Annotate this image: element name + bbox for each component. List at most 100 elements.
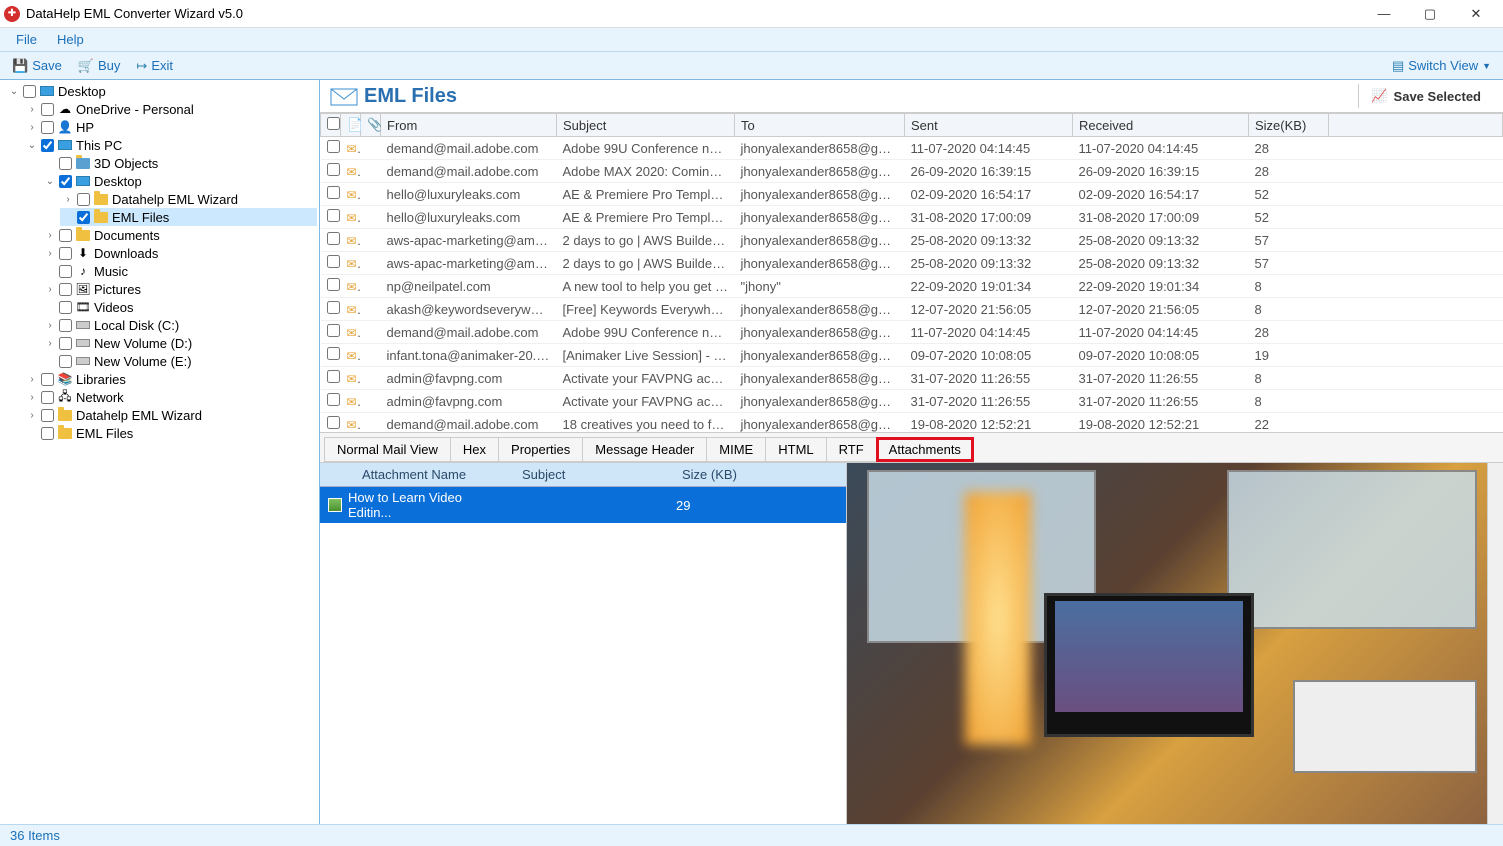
tree-node-datahelp-wizard2[interactable]: ›Datahelp EML Wizard bbox=[24, 406, 317, 424]
tree-node-thispc[interactable]: ⌄ This PC bbox=[24, 136, 317, 154]
maximize-button[interactable]: ▢ bbox=[1407, 0, 1453, 28]
table-row[interactable]: ✉demand@mail.adobe.com18 creatives you n… bbox=[321, 413, 1503, 434]
close-button[interactable]: ✕ bbox=[1453, 0, 1499, 28]
tree-checkbox[interactable] bbox=[41, 103, 54, 116]
tree-checkbox[interactable] bbox=[59, 301, 72, 314]
tree-checkbox[interactable] bbox=[41, 139, 54, 152]
table-row[interactable]: ✉hello@luxuryleaks.comAE & Premiere Pro … bbox=[321, 183, 1503, 206]
tab-properties[interactable]: Properties bbox=[498, 437, 583, 462]
tab-html[interactable]: HTML bbox=[765, 437, 826, 462]
table-row[interactable]: ✉infant.tona@animaker-20.int...[Animaker… bbox=[321, 344, 1503, 367]
save-button[interactable]: 💾 Save bbox=[4, 56, 70, 76]
tree-node-datahelp-wizard[interactable]: ›Datahelp EML Wizard bbox=[60, 190, 317, 208]
row-checkbox[interactable] bbox=[327, 186, 340, 199]
row-checkbox[interactable] bbox=[327, 255, 340, 268]
expand-icon[interactable]: › bbox=[26, 391, 38, 403]
tree-node-libraries[interactable]: ›📚Libraries bbox=[24, 370, 317, 388]
expand-icon[interactable]: › bbox=[44, 247, 56, 259]
row-checkbox[interactable] bbox=[327, 370, 340, 383]
tree-node-downloads[interactable]: ›⬇Downloads bbox=[42, 244, 317, 262]
table-row[interactable]: ✉admin@favpng.comActivate your FAVPNG ac… bbox=[321, 367, 1503, 390]
tree-node-documents[interactable]: ›Documents bbox=[42, 226, 317, 244]
table-row[interactable]: ✉akash@keywordseverywhere....[Free] Keyw… bbox=[321, 298, 1503, 321]
expand-icon[interactable]: › bbox=[44, 319, 56, 331]
tab-normal[interactable]: Normal Mail View bbox=[324, 437, 451, 462]
tree-node-hp[interactable]: › 👤 HP bbox=[24, 118, 317, 136]
expand-icon[interactable]: › bbox=[44, 283, 56, 295]
col-from[interactable]: From bbox=[381, 114, 557, 137]
expand-icon[interactable]: › bbox=[26, 373, 38, 385]
tab-mime[interactable]: MIME bbox=[706, 437, 766, 462]
table-row[interactable]: ✉demand@mail.adobe.comAdobe 99U Conferen… bbox=[321, 321, 1503, 344]
tree-checkbox[interactable] bbox=[41, 391, 54, 404]
exit-button[interactable]: ↦ Exit bbox=[128, 56, 181, 76]
row-checkbox[interactable] bbox=[327, 278, 340, 291]
table-row[interactable]: ✉admin@favpng.comActivate your FAVPNG ac… bbox=[321, 390, 1503, 413]
tree-node-music[interactable]: ♪Music bbox=[42, 262, 317, 280]
tree-checkbox[interactable] bbox=[59, 157, 72, 170]
table-row[interactable]: ✉aws-apac-marketing@amazo...2 days to go… bbox=[321, 252, 1503, 275]
row-checkbox[interactable] bbox=[327, 163, 340, 176]
expand-icon[interactable]: › bbox=[44, 337, 56, 349]
col-flag[interactable]: 📄 bbox=[341, 114, 361, 137]
tree-checkbox[interactable] bbox=[59, 247, 72, 260]
collapse-icon[interactable]: ⌄ bbox=[26, 139, 38, 151]
attach-col-size[interactable]: Size (KB) bbox=[674, 463, 846, 486]
tab-attachments[interactable]: Attachments bbox=[876, 437, 974, 462]
expand-icon[interactable]: › bbox=[26, 409, 38, 421]
col-sent[interactable]: Sent bbox=[905, 114, 1073, 137]
row-checkbox[interactable] bbox=[327, 416, 340, 429]
tree-checkbox[interactable] bbox=[41, 121, 54, 134]
expand-icon[interactable]: › bbox=[44, 229, 56, 241]
col-to[interactable]: To bbox=[735, 114, 905, 137]
table-row[interactable]: ✉demand@mail.adobe.comAdobe MAX 2020: Co… bbox=[321, 160, 1503, 183]
collapse-icon[interactable]: ⌄ bbox=[8, 85, 20, 97]
tree-checkbox[interactable] bbox=[59, 265, 72, 278]
expand-icon[interactable]: › bbox=[26, 121, 38, 133]
table-row[interactable]: ✉np@neilpatel.comA new tool to help you … bbox=[321, 275, 1503, 298]
attach-col-subject[interactable]: Subject bbox=[514, 463, 674, 486]
tree-checkbox[interactable] bbox=[77, 193, 90, 206]
tree-checkbox[interactable] bbox=[59, 283, 72, 296]
tree-checkbox[interactable] bbox=[59, 175, 72, 188]
table-row[interactable]: ✉demand@mail.adobe.comAdobe 99U Conferen… bbox=[321, 137, 1503, 160]
table-row[interactable]: ✉aws-apac-marketing@amazo...2 days to go… bbox=[321, 229, 1503, 252]
col-checkbox[interactable] bbox=[321, 114, 341, 137]
col-attachment[interactable]: 📎 bbox=[361, 114, 381, 137]
row-checkbox[interactable] bbox=[327, 209, 340, 222]
col-size[interactable]: Size(KB) bbox=[1249, 114, 1329, 137]
menu-file[interactable]: File bbox=[6, 30, 47, 49]
tree-node-eml-files[interactable]: EML Files bbox=[60, 208, 317, 226]
tree-node-desktop2[interactable]: ⌄ Desktop bbox=[42, 172, 317, 190]
tree-checkbox[interactable] bbox=[77, 211, 90, 224]
tree-checkbox[interactable] bbox=[59, 229, 72, 242]
col-received[interactable]: Received bbox=[1073, 114, 1249, 137]
minimize-button[interactable]: — bbox=[1361, 0, 1407, 28]
collapse-icon[interactable]: ⌄ bbox=[44, 175, 56, 187]
tree-node-desktop[interactable]: ⌄ Desktop bbox=[6, 82, 317, 100]
tree-checkbox[interactable] bbox=[59, 337, 72, 350]
tab-message-header[interactable]: Message Header bbox=[582, 437, 707, 462]
attach-col-name[interactable]: Attachment Name bbox=[354, 463, 514, 486]
select-all-checkbox[interactable] bbox=[327, 117, 340, 130]
tree-node-vold[interactable]: ›New Volume (D:) bbox=[42, 334, 317, 352]
row-checkbox[interactable] bbox=[327, 301, 340, 314]
buy-button[interactable]: 🛒 Buy bbox=[70, 56, 129, 76]
preview-scrollbar[interactable] bbox=[1487, 463, 1503, 824]
tree-node-localc[interactable]: ›Local Disk (C:) bbox=[42, 316, 317, 334]
tree-checkbox[interactable] bbox=[41, 409, 54, 422]
tree-node-videos[interactable]: 🎞Videos bbox=[42, 298, 317, 316]
expand-icon[interactable]: › bbox=[62, 193, 74, 205]
switch-view-button[interactable]: ▤ Switch View ▼ bbox=[1384, 56, 1499, 76]
tree-node-vole[interactable]: New Volume (E:) bbox=[42, 352, 317, 370]
tab-hex[interactable]: Hex bbox=[450, 437, 499, 462]
expand-icon[interactable]: › bbox=[26, 103, 38, 115]
tree-node-onedrive[interactable]: › ☁ OneDrive - Personal bbox=[24, 100, 317, 118]
row-checkbox[interactable] bbox=[327, 347, 340, 360]
tree-checkbox[interactable] bbox=[23, 85, 36, 98]
tab-rtf[interactable]: RTF bbox=[826, 437, 877, 462]
col-subject[interactable]: Subject bbox=[557, 114, 735, 137]
tree-node-network[interactable]: ›🖧Network bbox=[24, 388, 317, 406]
tree-checkbox[interactable] bbox=[41, 427, 54, 440]
save-selected-button[interactable]: 📈 Save Selected bbox=[1358, 84, 1493, 108]
